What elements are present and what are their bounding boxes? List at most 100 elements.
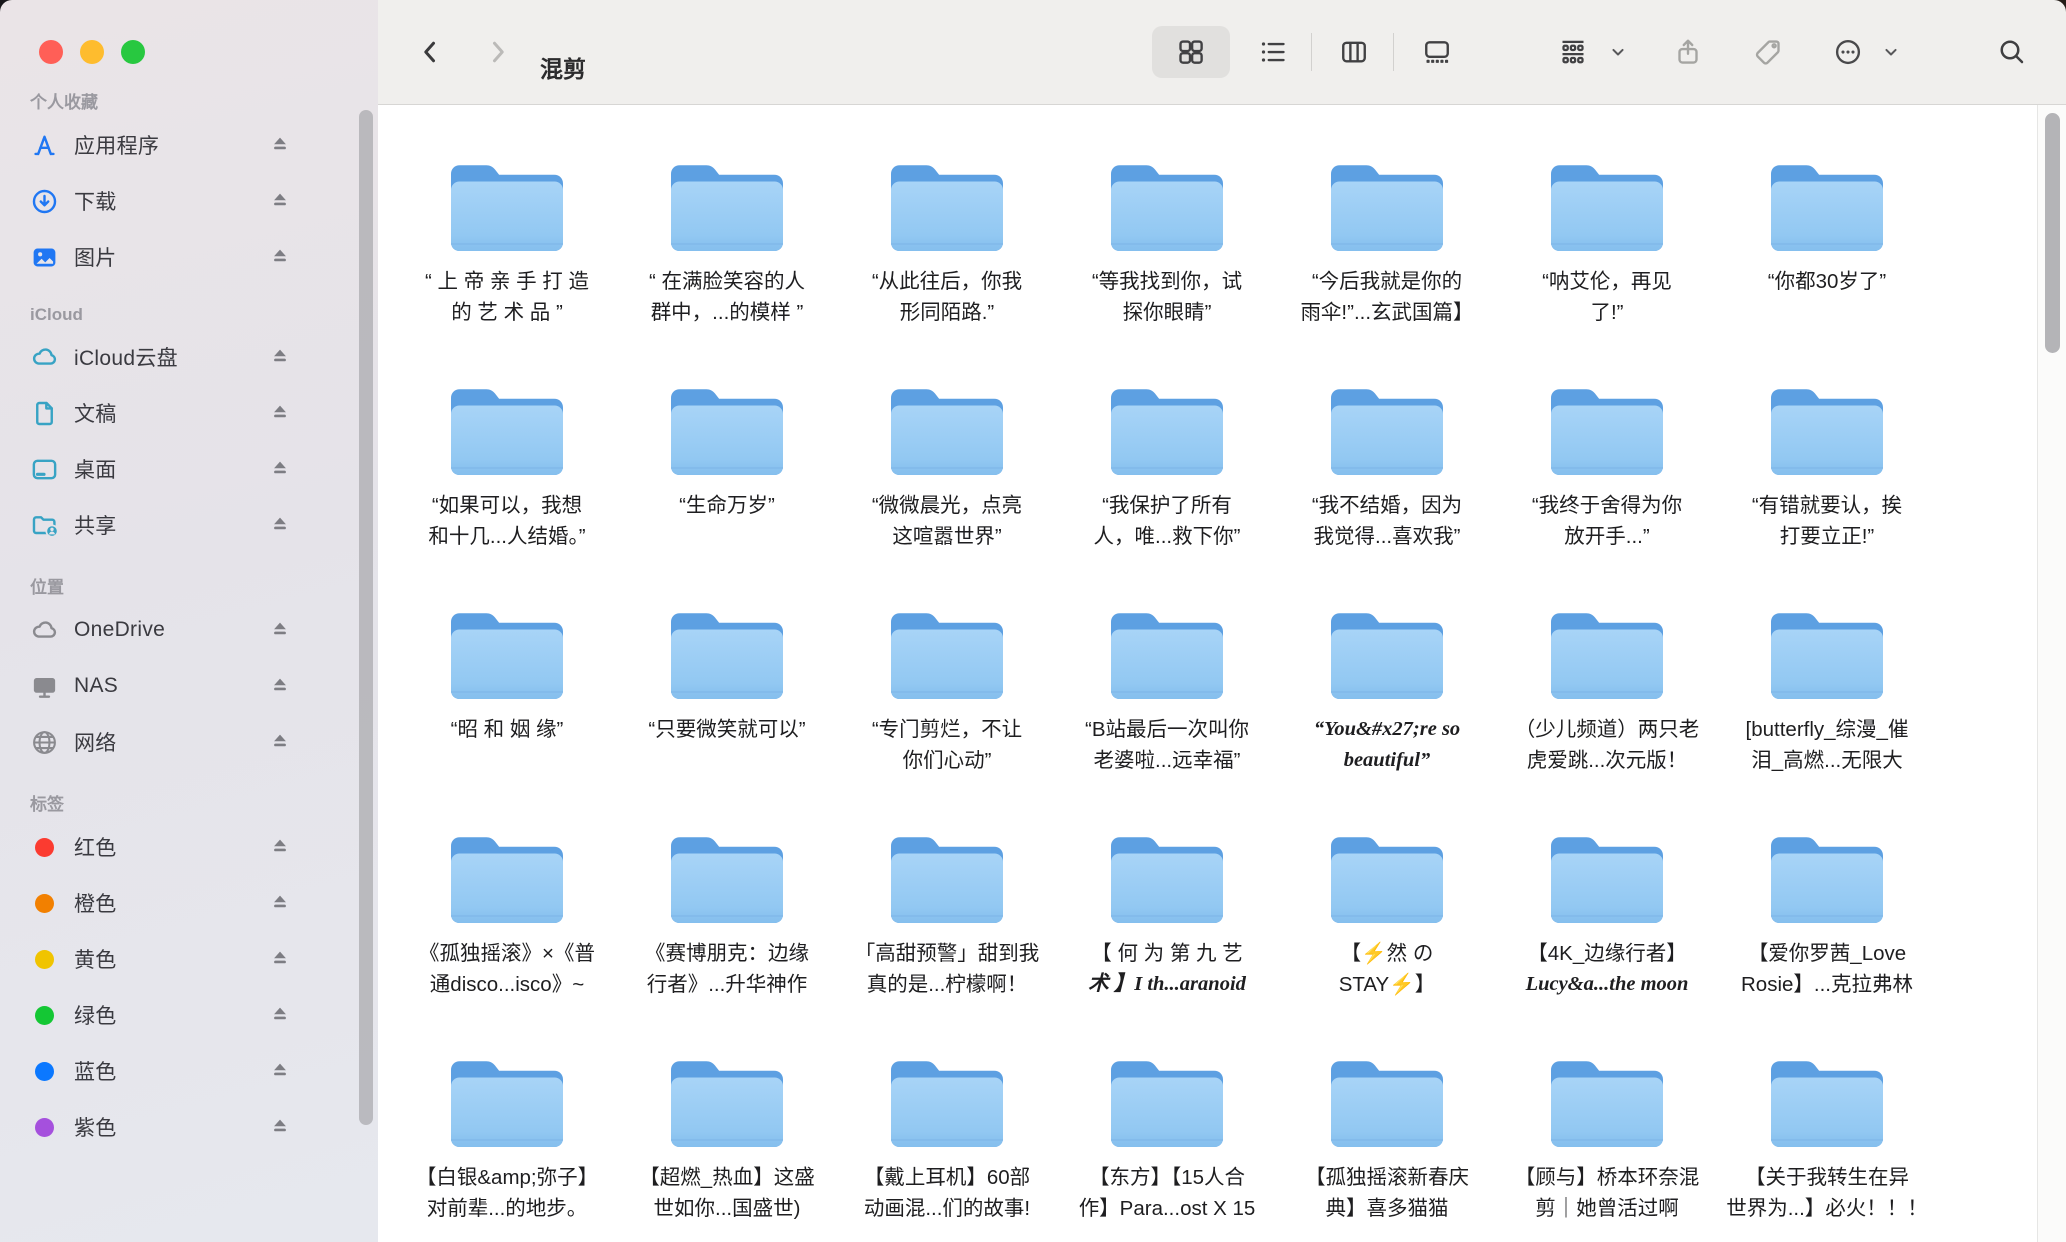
tag-icon	[1753, 37, 1783, 67]
folder-item[interactable]: “有错就要认，挨打要立正!”	[1717, 379, 1937, 603]
folder-item[interactable]: “你都30岁了”	[1717, 155, 1937, 379]
sidebar-item-共享[interactable]: 共享	[14, 497, 364, 553]
pictures-icon	[28, 241, 60, 273]
view-button-list[interactable]	[1251, 30, 1295, 74]
folder-item[interactable]: “ 上 帝 亲 手 打 造的 艺 术 品 ”	[397, 155, 617, 379]
scrollbar-thumb[interactable]	[2045, 113, 2060, 353]
folder-item[interactable]: “我保护了所有人，唯...救下你”	[1057, 379, 1277, 603]
folder-icon	[882, 827, 1012, 931]
eject-icon[interactable]	[268, 345, 292, 369]
eject-icon[interactable]	[268, 1115, 292, 1139]
eject-icon[interactable]	[268, 674, 292, 698]
folder-item[interactable]: 【孤独摇滚新春庆典】喜多猫猫	[1277, 1051, 1497, 1242]
forward-button[interactable]	[476, 30, 520, 74]
sidebar-item-label: 下载	[74, 186, 117, 216]
scrollbar-track[interactable]	[2037, 105, 2066, 1242]
folder-item[interactable]: （少儿频道）两只老虎爱跳...次元版！	[1497, 603, 1717, 827]
tag-button[interactable]	[1746, 30, 1790, 74]
eject-icon[interactable]	[268, 1059, 292, 1083]
folder-item[interactable]: “昭 和 姻 缘”	[397, 603, 617, 827]
folder-item[interactable]: 【 何 为 第 九 艺术 】I th...aranoid	[1057, 827, 1277, 1051]
folder-item[interactable]: “从此往后，你我形同陌路.”	[837, 155, 1057, 379]
folder-item[interactable]: 【⚡然 のSTAY⚡】	[1277, 827, 1497, 1051]
sidebar-item-蓝色[interactable]: 蓝色	[14, 1043, 364, 1099]
folder-name: “今后我就是你的雨伞!”...玄武国篇】	[1300, 266, 1473, 328]
folder-item[interactable]: 【东方】【15人合作】Para...ost X 15	[1057, 1051, 1277, 1242]
folder-item[interactable]: “我终于舍得为你放开手...”	[1497, 379, 1717, 603]
eject-icon[interactable]	[268, 891, 292, 915]
sidebar-item-绿色[interactable]: 绿色	[14, 987, 364, 1043]
sidebar-item-iCloud云盘[interactable]: iCloud云盘	[14, 329, 364, 385]
folder-item[interactable]: “今后我就是你的雨伞!”...玄武国篇】	[1277, 155, 1497, 379]
sidebar-item-文稿[interactable]: 文稿	[14, 385, 364, 441]
sidebar-item-橙色[interactable]: 橙色	[14, 875, 364, 931]
close-button[interactable]	[39, 40, 63, 64]
sidebar-item-label: 网络	[74, 727, 117, 757]
sidebar-item-图片[interactable]: 图片	[14, 229, 364, 285]
view-button-icons[interactable]	[1169, 30, 1213, 74]
share-button[interactable]	[1666, 30, 1710, 74]
folder-item[interactable]: 《孤独摇滚》×《普通disco...isco》~	[397, 827, 617, 1051]
folder-item[interactable]: 【关于我转生在异世界为...】必火！！！	[1717, 1051, 1937, 1242]
folder-item[interactable]: “等我找到你，试探你眼睛”	[1057, 155, 1277, 379]
view-button-columns[interactable]	[1332, 30, 1376, 74]
folder-item[interactable]: 【戴上耳机】60部动画混...们的故事!	[837, 1051, 1057, 1242]
sidebar-item-NAS[interactable]: NAS	[14, 658, 364, 714]
folder-item[interactable]: “You&#x27;re sobeautiful”	[1277, 603, 1497, 827]
sidebar-item-桌面[interactable]: 桌面	[14, 441, 364, 497]
eject-icon[interactable]	[268, 947, 292, 971]
folder-item[interactable]: “ 在满脸笑容的人群中，...的模样 ”	[617, 155, 837, 379]
group-button[interactable]	[1551, 30, 1595, 74]
sidebar-item-label: 应用程序	[74, 130, 159, 160]
chevron-down-icon[interactable]	[1608, 42, 1628, 62]
folder-item[interactable]: 【超燃_热血】这盛世如你...国盛世)	[617, 1051, 837, 1242]
toolbar-divider	[1393, 33, 1394, 71]
sidebar-item-黄色[interactable]: 黄色	[14, 931, 364, 987]
folder-item[interactable]: “微微晨光，点亮这喧嚣世界”	[837, 379, 1057, 603]
eject-icon[interactable]	[268, 1003, 292, 1027]
folder-item[interactable]: 「高甜预警」甜到我真的是...柠檬啊！	[837, 827, 1057, 1051]
folder-name: 【⚡然 のSTAY⚡】	[1339, 938, 1436, 1000]
folder-item[interactable]: 【白银&amp;弥子】对前辈...的地步。	[397, 1051, 617, 1242]
sidebar-item-红色[interactable]: 红色	[14, 819, 364, 875]
eject-icon[interactable]	[268, 835, 292, 859]
folder-item[interactable]: 《赛博朋克：边缘行者》...升华神作	[617, 827, 837, 1051]
eject-icon[interactable]	[268, 730, 292, 754]
eject-icon[interactable]	[268, 245, 292, 269]
folder-item[interactable]: “我不结婚，因为我觉得...喜欢我”	[1277, 379, 1497, 603]
folder-item[interactable]: “呐艾伦，再见了!”	[1497, 155, 1717, 379]
search-icon	[1997, 37, 2027, 67]
folder-item[interactable]: 【4K_边缘行者】Lucy&a...the moon	[1497, 827, 1717, 1051]
sidebar-item-下载[interactable]: 下载	[14, 173, 364, 229]
more-button[interactable]	[1826, 30, 1870, 74]
eject-icon[interactable]	[268, 513, 292, 537]
folder-item[interactable]: 【顾与】桥本环奈混剪｜她曾活过啊	[1497, 1051, 1717, 1242]
eject-icon[interactable]	[268, 189, 292, 213]
zoom-button[interactable]	[121, 40, 145, 64]
minimize-button[interactable]	[80, 40, 104, 64]
eject-icon[interactable]	[268, 457, 292, 481]
folder-item[interactable]: “专门剪烂，不让你们心动”	[837, 603, 1057, 827]
view-button-gallery[interactable]	[1415, 30, 1459, 74]
eject-icon[interactable]	[268, 133, 292, 157]
folder-item[interactable]: “如果可以，我想和十几...人结婚。”	[397, 379, 617, 603]
sidebar-item-网络[interactable]: 网络	[14, 714, 364, 770]
folder-item[interactable]: [butterfly_综漫_催泪_高燃...无限大	[1717, 603, 1937, 827]
back-button[interactable]	[408, 30, 452, 74]
sidebar-item-OneDrive[interactable]: OneDrive	[14, 602, 364, 658]
sidebar-scrollbar[interactable]	[359, 110, 373, 1125]
search-button[interactable]	[1990, 30, 2034, 74]
folder-item[interactable]: “B站最后一次叫你老婆啦...远幸福”	[1057, 603, 1277, 827]
chevron-right-icon	[483, 37, 513, 67]
folder-item[interactable]: “只要微笑就可以”	[617, 603, 837, 827]
folder-item[interactable]: 【爱你罗茜_LoveRosie】...克拉弗林	[1717, 827, 1937, 1051]
folder-item[interactable]: “生命万岁”	[617, 379, 837, 603]
folder-icon	[1322, 827, 1452, 931]
eject-icon[interactable]	[268, 618, 292, 642]
sidebar-item-紫色[interactable]: 紫色	[14, 1099, 364, 1155]
eject-icon[interactable]	[268, 401, 292, 425]
sidebar-item-应用程序[interactable]: 应用程序	[14, 117, 364, 173]
chevron-down-icon[interactable]	[1881, 42, 1901, 62]
finder-window: 个人收藏 应用程序 下载 图片 iCloud iCloud云盘 文稿	[0, 0, 2066, 1242]
folder-icon	[882, 1051, 1012, 1155]
